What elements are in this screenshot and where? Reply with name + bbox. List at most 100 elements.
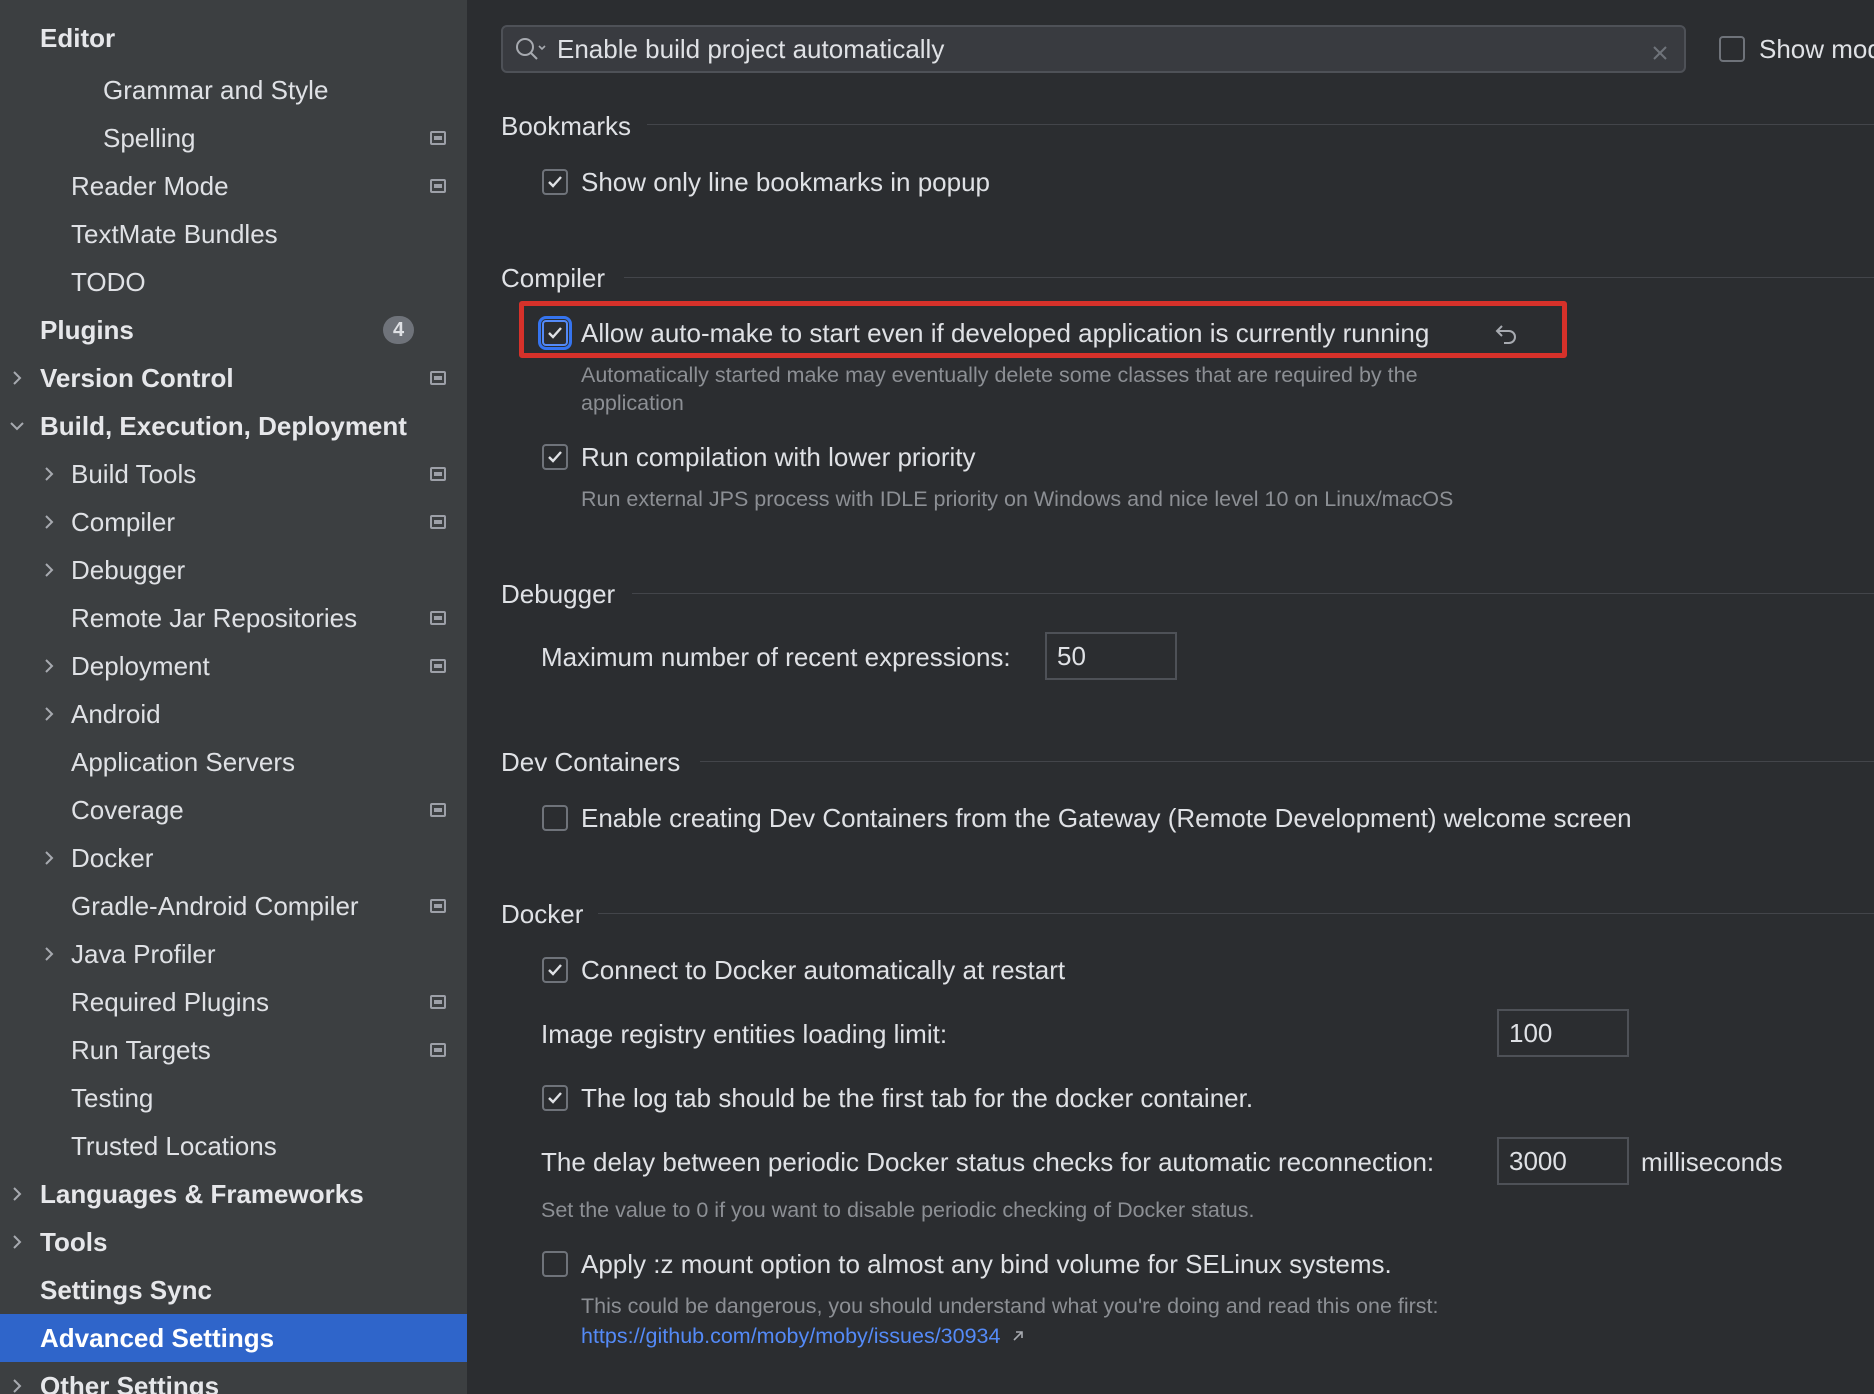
chevron-right-icon[interactable] [40, 849, 58, 867]
settings-tree: Editor Grammar and Style Spelling Reader… [0, 0, 467, 1394]
tree-item-required-plugins[interactable]: Required Plugins [0, 978, 467, 1026]
log-tab-first-label: The log tab should be the first tab for … [581, 1083, 1254, 1113]
project-level-icon [430, 995, 446, 1009]
tree-item-label: Settings Sync [40, 1275, 212, 1305]
tree-item-reader-mode[interactable]: Reader Mode [0, 162, 467, 210]
tree-item-android[interactable]: Android [0, 690, 467, 738]
log-tab-first-checkbox[interactable] [542, 1085, 568, 1111]
run-lower-priority-hint: Run external JPS process with IDLE prior… [581, 487, 1454, 511]
tree-item-docker[interactable]: Docker [0, 834, 467, 882]
tree-item-label: Android [71, 699, 161, 729]
reset-undo-icon[interactable] [1494, 320, 1520, 353]
chevron-right-icon[interactable] [40, 561, 58, 579]
tree-item-label: Plugins [40, 315, 134, 345]
tree-item-label: Compiler [71, 507, 176, 537]
tree-item-label: Gradle-Android Compiler [71, 891, 359, 921]
chevron-right-icon[interactable] [8, 1377, 26, 1394]
external-link-icon [1006, 1324, 1026, 1348]
project-level-icon [430, 179, 446, 193]
moby-issue-link[interactable]: https://github.com/moby/moby/issues/3093… [581, 1322, 1026, 1350]
tree-item-other-settings[interactable]: Other Settings [0, 1362, 467, 1394]
tree-item-version-control[interactable]: Version Control [0, 354, 467, 402]
tree-item-editor[interactable]: Editor [0, 14, 467, 62]
tree-item-java-profiler[interactable]: Java Profiler [0, 930, 467, 978]
delay-unit-label: milliseconds [1641, 1147, 1783, 1177]
chevron-right-icon[interactable] [8, 1185, 26, 1203]
search-icon [515, 37, 547, 70]
search-input-value: Enable build project automatically [557, 34, 945, 64]
clear-search-icon[interactable] [1650, 39, 1670, 70]
status-check-delay-hint: Set the value to 0 if you want to disabl… [541, 1198, 1255, 1222]
tree-item-advanced-settings[interactable]: Advanced Settings [0, 1314, 467, 1362]
registry-limit-field[interactable]: 100 [1497, 1009, 1629, 1057]
tree-item-build-tools[interactable]: Build Tools [0, 450, 467, 498]
show-only-line-bookmarks-checkbox[interactable] [542, 169, 568, 195]
connect-docker-checkbox[interactable] [542, 957, 568, 983]
chevron-right-icon[interactable] [40, 465, 58, 483]
registry-limit-label: Image registry entities loading limit: [541, 1019, 948, 1049]
tree-item-debugger[interactable]: Debugger [0, 546, 467, 594]
tree-item-label: Version Control [40, 363, 234, 393]
tree-item-gradle-android-compiler[interactable]: Gradle-Android Compiler [0, 882, 467, 930]
tree-item-label: Spelling [103, 123, 196, 153]
chevron-right-icon[interactable] [8, 369, 26, 387]
tree-item-label: Editor [40, 23, 116, 53]
project-level-icon [430, 467, 446, 481]
allow-auto-make-label: Allow auto-make to start even if develop… [581, 318, 1430, 348]
tree-item-testing[interactable]: Testing [0, 1074, 467, 1122]
show-modified-label: Show mod [1759, 34, 1874, 64]
allow-auto-make-checkbox[interactable] [538, 316, 572, 350]
tree-item-label: Deployment [71, 651, 210, 681]
section-title-bookmarks: Bookmarks [501, 111, 632, 141]
tree-item-plugins[interactable]: Plugins 4 [0, 306, 467, 354]
tree-item-label: Application Servers [71, 747, 295, 777]
tree-item-settings-sync[interactable]: Settings Sync [0, 1266, 467, 1314]
tree-item-run-targets[interactable]: Run Targets [0, 1026, 467, 1074]
tree-item-spelling[interactable]: Spelling [0, 114, 467, 162]
tree-item-textmate-bundles[interactable]: TextMate Bundles [0, 210, 467, 258]
tree-item-remote-jar-repositories[interactable]: Remote Jar Repositories [0, 594, 467, 642]
section-divider [632, 593, 1874, 594]
selinux-mount-checkbox[interactable] [542, 1251, 568, 1277]
run-lower-priority-label: Run compilation with lower priority [581, 442, 976, 472]
selinux-mount-hint: This could be dangerous, you should unde… [581, 1294, 1439, 1318]
chevron-right-icon[interactable] [40, 513, 58, 531]
selinux-mount-label: Apply :z mount option to almost any bind… [581, 1249, 1392, 1279]
tree-item-label: Coverage [71, 795, 184, 825]
chevron-right-icon[interactable] [8, 1233, 26, 1251]
plugins-count-badge: 4 [383, 316, 414, 344]
status-check-delay-field[interactable]: 3000 [1497, 1137, 1629, 1185]
tree-item-languages-frameworks[interactable]: Languages & Frameworks [0, 1170, 467, 1218]
enable-dev-containers-checkbox[interactable] [542, 805, 568, 831]
tree-item-label: Debugger [71, 555, 186, 585]
chevron-right-icon[interactable] [40, 705, 58, 723]
auto-make-hint-line1: Automatically started make may eventuall… [581, 363, 1418, 387]
tree-item-grammar-and-style[interactable]: Grammar and Style [0, 66, 467, 114]
connect-docker-label: Connect to Docker automatically at resta… [581, 955, 1066, 985]
tree-item-label: Reader Mode [71, 171, 229, 201]
project-level-icon [430, 131, 446, 145]
tree-item-label: TODO [71, 267, 146, 297]
moby-issue-link-text: https://github.com/moby/moby/issues/3093… [581, 1324, 1001, 1348]
max-recent-expressions-field[interactable]: 50 [1045, 632, 1177, 680]
tree-item-label: Build, Execution, Deployment [40, 411, 407, 441]
tree-item-compiler[interactable]: Compiler [0, 498, 467, 546]
chevron-right-icon[interactable] [40, 657, 58, 675]
tree-item-label: Testing [71, 1083, 154, 1113]
tree-item-tools[interactable]: Tools [0, 1218, 467, 1266]
tree-item-label: Advanced Settings [40, 1323, 275, 1353]
tree-item-label: TextMate Bundles [71, 219, 278, 249]
chevron-right-icon[interactable] [40, 945, 58, 963]
max-recent-expressions-label: Maximum number of recent expressions: [541, 642, 1011, 672]
tree-item-build-execution-deployment[interactable]: Build, Execution, Deployment [0, 402, 467, 450]
tree-item-deployment[interactable]: Deployment [0, 642, 467, 690]
show-modified-checkbox[interactable] [1719, 36, 1745, 62]
settings-search-input[interactable]: Enable build project automatically [501, 25, 1686, 73]
tree-item-trusted-locations[interactable]: Trusted Locations [0, 1122, 467, 1170]
run-lower-priority-checkbox[interactable] [542, 444, 568, 470]
tree-item-application-servers[interactable]: Application Servers [0, 738, 467, 786]
tree-item-coverage[interactable]: Coverage [0, 786, 467, 834]
chevron-down-icon[interactable] [8, 417, 26, 435]
tree-item-todo[interactable]: TODO [0, 258, 467, 306]
project-level-icon [430, 1043, 446, 1057]
